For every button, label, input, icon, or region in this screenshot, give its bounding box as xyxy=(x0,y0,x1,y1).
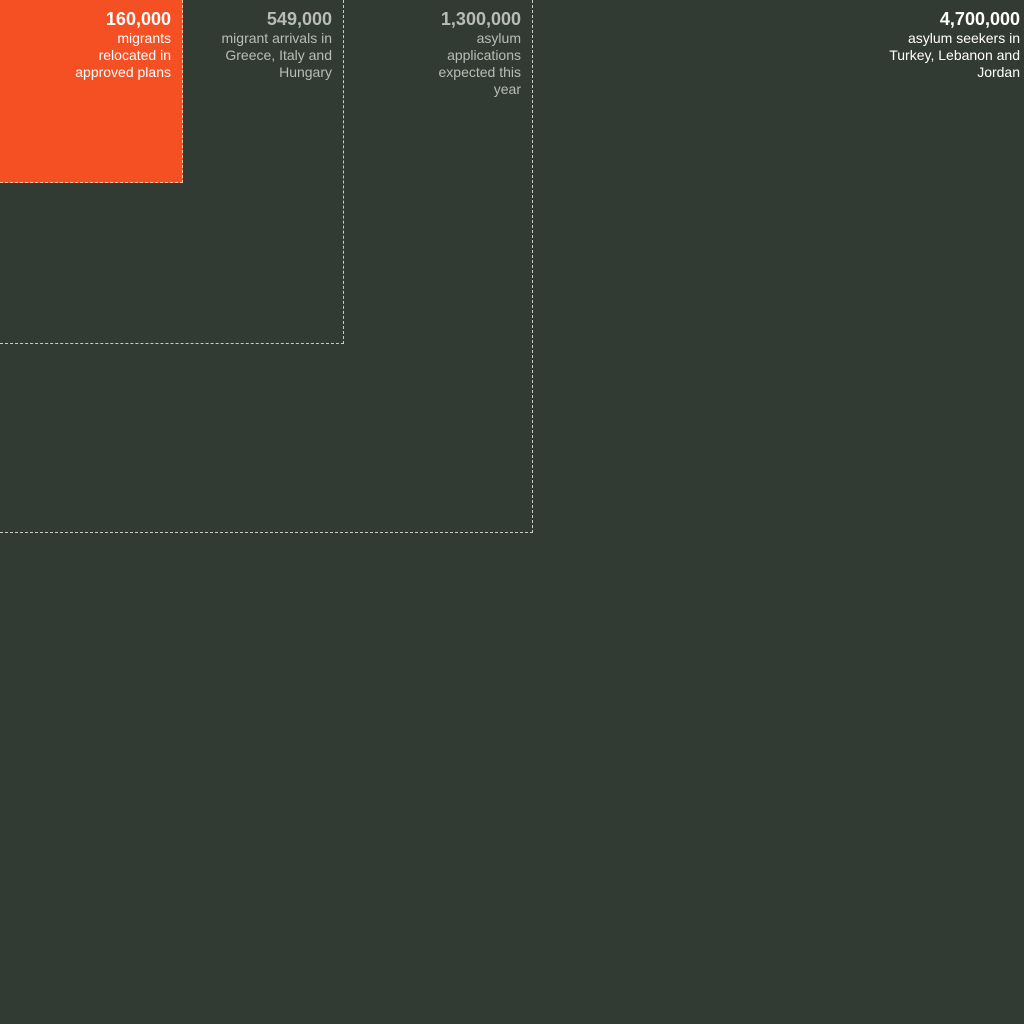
label-549000: 549,000 migrant arrivals in Greece, Italy… xyxy=(207,8,332,81)
value-label: 160,000 xyxy=(105,9,171,29)
value-label: 549,000 xyxy=(266,9,332,29)
description-label: migrants relocated in approved plans xyxy=(75,30,171,80)
label-1300000: 1,300,000 asylum applications expected th… xyxy=(411,8,522,98)
description-label: asylum applications expected this year xyxy=(438,30,522,97)
nested-squares-chart: 4,700,000 asylum seekers in Turkey, Leban… xyxy=(0,0,1024,1024)
label-4700000: 4,700,000 asylum seekers in Turkey, Leban… xyxy=(870,8,1020,81)
label-160000: 160,000 migrants relocated in approved pl… xyxy=(61,8,171,81)
description-label: migrant arrivals in Greece, Italy and Hu… xyxy=(221,30,332,80)
description-label: asylum seekers in Turkey, Lebanon and Jo… xyxy=(889,30,1020,80)
value-label: 1,300,000 xyxy=(440,9,521,29)
value-label: 4,700,000 xyxy=(939,9,1020,29)
